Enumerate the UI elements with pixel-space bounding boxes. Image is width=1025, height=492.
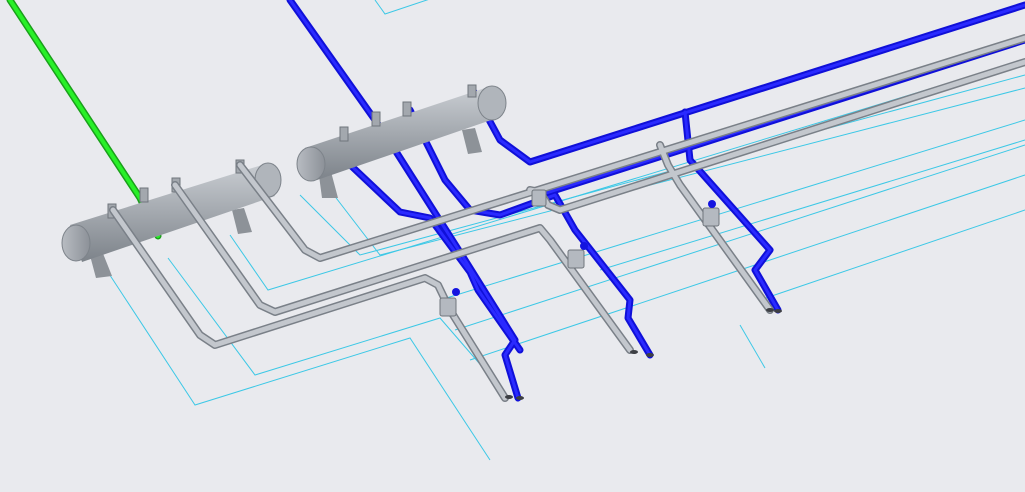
valve-3 [702,200,720,227]
blue-pipe-highlights [288,0,1025,400]
guide-line [374,0,429,15]
guide-line [229,59,1025,291]
blue-pipe-4 [470,1,1025,166]
header-saddle [232,208,252,234]
guide-line [739,324,766,369]
blue-pipes[interactable] [286,0,1025,402]
blue-pipe-1 [286,0,522,402]
guide-line [167,257,486,376]
header-saddle [462,128,482,154]
3d-viewport[interactable] [0,0,1025,492]
guide-line [454,144,1025,331]
guide-line [99,259,491,461]
valve-4 [531,189,547,207]
guide-line [759,209,1025,301]
green-pipe[interactable] [6,0,162,240]
piping-scene[interactable] [0,0,1025,492]
header-vessel-right[interactable] [296,84,507,198]
pipe-end-caps [505,308,782,400]
